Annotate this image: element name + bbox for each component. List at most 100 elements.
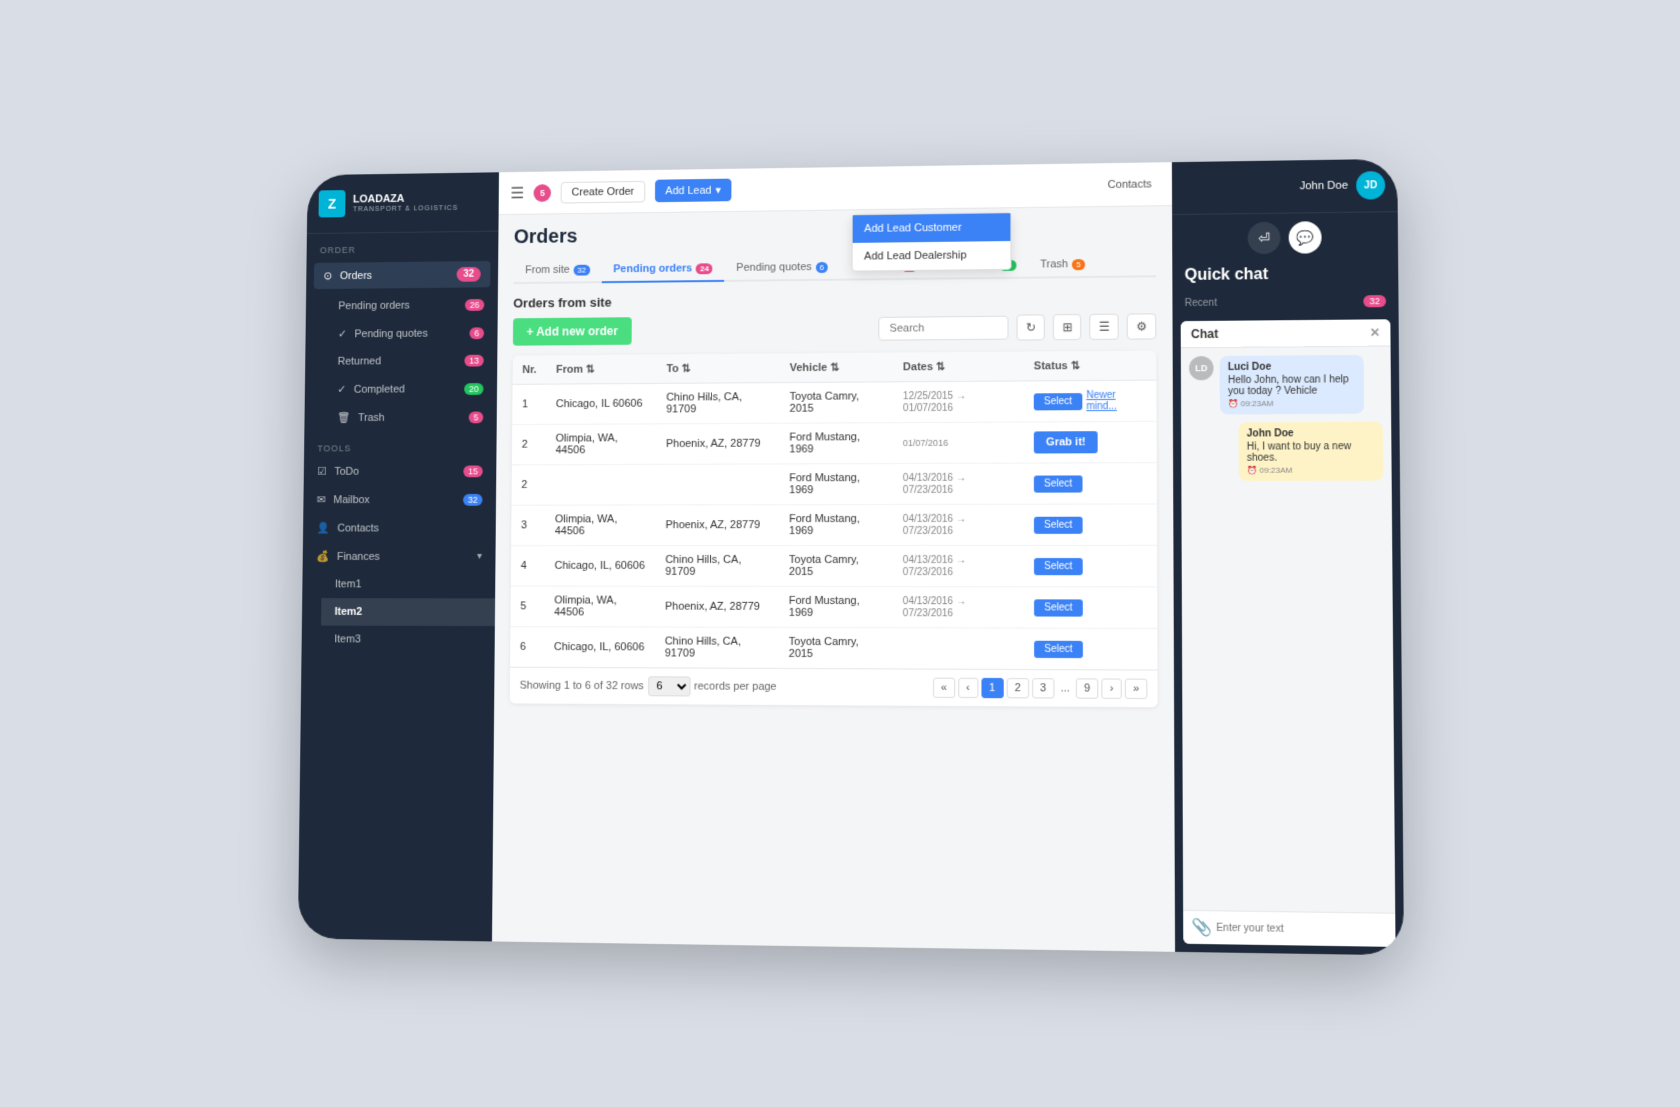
page-2-button[interactable]: 2 — [1006, 678, 1028, 698]
row-status: Select — [1024, 586, 1157, 628]
page-prev-button[interactable]: ‹ — [958, 677, 978, 697]
message-text: Hi, I want to buy a new shoes. — [1247, 441, 1375, 464]
select-button[interactable]: Select — [1034, 516, 1082, 533]
list-view-button[interactable]: ☰ — [1090, 313, 1119, 339]
page-3-button[interactable]: 3 — [1032, 678, 1055, 698]
message-text: Hello John, how can I help you today ? V… — [1228, 374, 1356, 397]
logout-icon-button[interactable]: ⏎ — [1248, 221, 1281, 254]
add-lead-dropdown-menu: Add Lead Customer Add Lead Dealership — [851, 212, 1011, 271]
page-last-button[interactable]: » — [1125, 678, 1148, 698]
chat-input[interactable] — [1216, 922, 1387, 936]
tab-trash[interactable]: Trash 5 — [1028, 251, 1097, 278]
section-title: Orders from site — [513, 289, 1156, 310]
trash-icon: 🗑 — [337, 411, 351, 424]
sidebar-item-item1[interactable]: Item1 — [321, 570, 495, 598]
table-row: 4 Chicago, IL, 60606 Chino Hills, CA, 91… — [511, 545, 1157, 586]
row-dates: 04/13/2016 → 07/23/2016 — [893, 586, 1024, 628]
finances-label: Finances — [337, 550, 380, 562]
tab-pending-orders[interactable]: Pending orders 24 — [602, 256, 725, 283]
select-button[interactable]: Select — [1034, 474, 1082, 491]
sidebar-item-finances[interactable]: 💰 Finances ▾ — [303, 542, 496, 571]
sidebar-item-todo[interactable]: ☑ ToDo 15 — [304, 456, 497, 485]
row-to: Phoenix, AZ, 28779 — [655, 586, 779, 627]
select-button[interactable]: Select — [1034, 557, 1083, 574]
sidebar: Z LOADAZA TRANSPORT & LOGISTICS ORDER ⊙ … — [298, 172, 499, 941]
newer-mind-link[interactable]: Newer mind... — [1086, 389, 1146, 411]
table-row: 3 Olimpia, WA, 44506 Phoenix, AZ, 28779 … — [511, 503, 1157, 545]
hamburger-icon[interactable]: ☰ — [510, 183, 524, 203]
orders-icon: ⊙ — [323, 269, 332, 282]
sidebar-item-returned[interactable]: Returned 13 — [324, 346, 497, 375]
completed-icon: ✓ — [337, 383, 346, 396]
row-vehicle: Toyota Camry, 2015 — [779, 627, 893, 668]
sidebar-item-completed[interactable]: ✓ Completed 20 — [324, 374, 497, 403]
topbar-contacts-link[interactable]: Contacts — [1100, 173, 1160, 194]
col-nr: Nr. — [513, 355, 547, 384]
contacts-label: Contacts — [337, 522, 379, 534]
refresh-button[interactable]: ↻ — [1017, 314, 1045, 340]
sidebar-item-contacts[interactable]: 👤 Contacts — [303, 513, 496, 542]
add-lead-customer-item[interactable]: Add Lead Customer — [852, 213, 1010, 243]
page-1-button[interactable]: 1 — [981, 677, 1003, 697]
tab-pending-quotes[interactable]: Pending quotes 6 — [724, 254, 840, 281]
row-from: Olimpia, WA, 44506 — [546, 423, 657, 464]
select-button[interactable]: Select — [1034, 640, 1083, 657]
showing-text: Showing 1 to 6 of 32 rows — [520, 679, 644, 692]
page-next-button[interactable]: › — [1102, 678, 1122, 698]
sidebar-item-orders[interactable]: ⊙ Orders 32 — [314, 260, 491, 288]
chat-messages: LD Luci Doe Hello John, how can I help y… — [1181, 346, 1395, 912]
pending-quotes-label: Pending quotes — [354, 327, 427, 339]
message-row: John Doe Hi, I want to buy a new shoes. … — [1189, 421, 1383, 480]
search-input[interactable] — [879, 315, 1009, 340]
row-status: Select Newer mind... — [1024, 380, 1157, 422]
add-new-order-button[interactable]: + Add new order — [513, 317, 632, 345]
tab-from-site[interactable]: From site 32 — [513, 257, 601, 283]
row-status: Select — [1024, 462, 1157, 504]
message-time: ⏰ 09:23AM — [1228, 398, 1356, 408]
sidebar-item-pending-orders[interactable]: Pending orders 26 — [325, 291, 498, 320]
notification-badge[interactable]: 5 — [534, 183, 552, 201]
sidebar-item-mailbox[interactable]: ✉ Mailbox 32 — [303, 485, 496, 514]
row-vehicle: Ford Mustang, 1969 — [779, 504, 893, 545]
row-vehicle: Ford Mustang, 1969 — [779, 463, 893, 504]
message-time: ⏰ 09:23AM — [1247, 465, 1375, 475]
grab-it-button[interactable]: Grab it! — [1034, 431, 1098, 453]
page-first-button[interactable]: « — [933, 677, 955, 697]
message-bubble: John Doe Hi, I want to buy a new shoes. … — [1238, 421, 1383, 480]
content-area: Orders From site 32 Pending orders 24 Pe… — [492, 206, 1175, 952]
chat-icon-button[interactable]: 💬 — [1289, 221, 1322, 254]
row-nr: 3 — [511, 505, 545, 545]
row-nr: 1 — [512, 384, 546, 424]
row-nr: 4 — [511, 545, 545, 586]
chat-close-icon[interactable]: ✕ — [1370, 325, 1381, 339]
sidebar-item-pending-quotes[interactable]: ✓ Pending quotes 6 — [324, 318, 497, 348]
chat-box-header: Chat ✕ — [1181, 319, 1391, 348]
grid-view-button[interactable]: ⊞ — [1053, 314, 1081, 340]
notification-area: 5 — [534, 183, 552, 201]
per-page-select[interactable]: 6 12 24 — [648, 676, 691, 696]
recent-label: Recent 32 — [1172, 290, 1398, 312]
page-9-button[interactable]: 9 — [1076, 678, 1099, 698]
mailbox-label: Mailbox — [333, 493, 369, 505]
row-to: Chino Hills, CA, 91709 — [655, 545, 779, 586]
logo-icon: Z — [319, 190, 346, 217]
settings-button[interactable]: ⚙ — [1127, 313, 1156, 339]
col-to: To ⇅ — [656, 353, 779, 383]
logo: Z LOADAZA TRANSPORT & LOGISTICS — [307, 172, 499, 234]
sidebar-item-item3[interactable]: Item3 — [321, 625, 495, 653]
row-dates: 12/25/2015 → 01/07/2016 — [893, 380, 1024, 422]
page-title: Orders — [514, 218, 1156, 249]
orders-table: Nr. From ⇅ To ⇅ Vehicle ⇅ Dates ⇅ Status… — [510, 350, 1158, 707]
sidebar-item-item2[interactable]: Item2 — [321, 598, 495, 626]
row-dates — [893, 627, 1024, 668]
create-order-button[interactable]: Create Order — [561, 180, 645, 203]
sidebar-item-trash[interactable]: 🗑 Trash 5 — [323, 402, 496, 431]
add-lead-dealership-item[interactable]: Add Lead Dealership — [852, 241, 1010, 271]
add-lead-button[interactable]: Add Lead ▾ — [655, 178, 732, 202]
row-dates: 04/13/2016 → 07/23/2016 — [893, 504, 1024, 545]
finances-icon: 💰 — [316, 550, 329, 563]
orders-badge: 32 — [456, 266, 480, 281]
select-button[interactable]: Select — [1034, 392, 1082, 409]
select-button[interactable]: Select — [1034, 598, 1083, 615]
message-sender: Luci Doe — [1228, 361, 1356, 373]
